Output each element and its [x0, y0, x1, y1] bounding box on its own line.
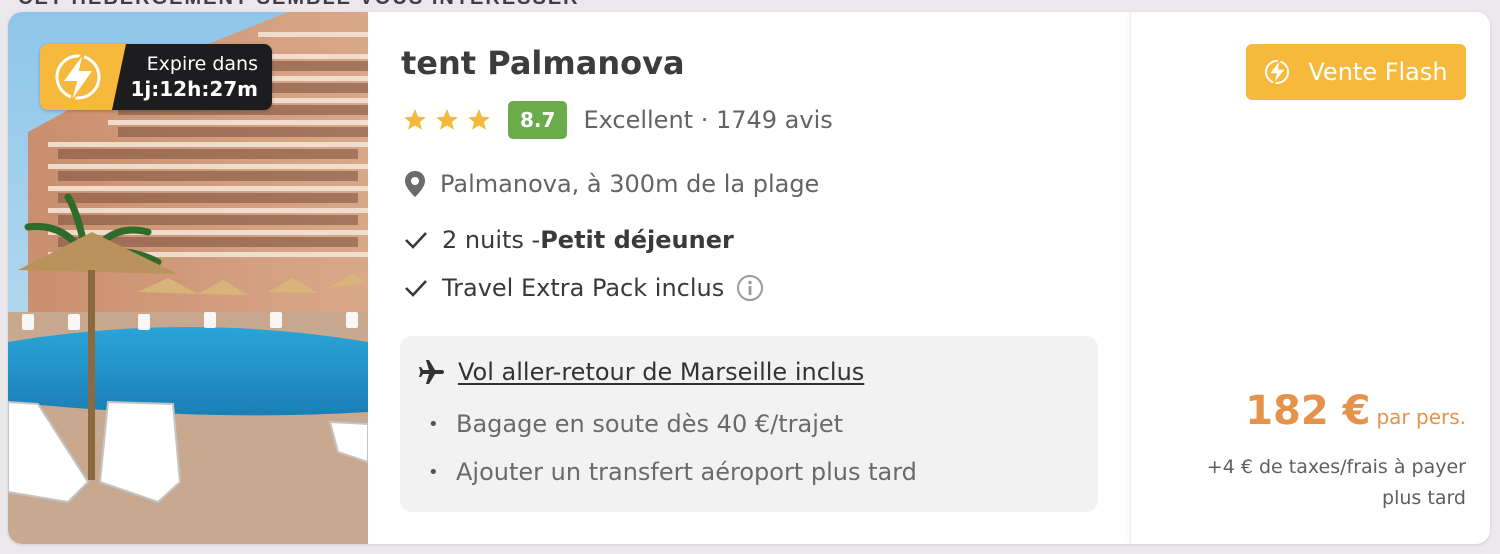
- flight-info-box: Vol aller-retour de Marseille inclus • B…: [400, 336, 1098, 512]
- price-unit: par pers.: [1376, 405, 1466, 429]
- section-heading: CET HÉBERGEMENT SEMBLE VOUS INTÉRESSER: [18, 0, 580, 10]
- timer-label: Expire dans: [146, 53, 258, 75]
- feature-nights: 2 nuits -: [442, 226, 541, 254]
- lightning-bolt-icon: [1265, 57, 1290, 86]
- star-rating: [402, 107, 492, 133]
- hotel-location: Palmanova, à 300m de la plage: [404, 170, 819, 198]
- info-icon[interactable]: [736, 274, 764, 302]
- taxes-note: +4 € de taxes/frais à payer plus tard: [1206, 456, 1466, 509]
- lightning-bolt-icon: [55, 51, 101, 105]
- feature-stay: 2 nuits - Petit déjeuner: [404, 226, 734, 254]
- price-value: 182 €: [1245, 388, 1371, 434]
- star-icon: [436, 109, 458, 130]
- flash-sale-badge: Vente Flash: [1246, 44, 1466, 100]
- flight-item: • Bagage en soute dès 40 €/trajet: [428, 410, 843, 438]
- rating-row: 8.7 Excellent · 1749 avis: [402, 100, 833, 140]
- review-summary: Excellent · 1749 avis: [583, 106, 833, 134]
- bullet-dot: •: [428, 413, 439, 435]
- feature-pack: Travel Extra Pack inclus: [404, 274, 764, 302]
- feature-board: Petit déjeuner: [540, 226, 734, 254]
- flight-link[interactable]: Vol aller-retour de Marseille inclus: [458, 358, 864, 386]
- hotel-photo[interactable]: Expire dans 1j:12h:27m: [8, 12, 368, 544]
- bullet-dot: •: [428, 461, 439, 483]
- flight-item-text: Ajouter un transfert aéroport plus tard: [456, 458, 917, 486]
- flash-sale-label: Vente Flash: [1308, 58, 1448, 86]
- airplane-icon: [419, 360, 444, 384]
- flight-item: • Ajouter un transfert aéroport plus tar…: [428, 458, 917, 486]
- hotel-offer-card[interactable]: Expire dans 1j:12h:27m tent Palmanova 8.…: [8, 12, 1490, 544]
- flight-item-text: Bagage en soute dès 40 €/trajet: [456, 410, 844, 438]
- price-column: Vente Flash 182 € par pers. +4 € de taxe…: [1130, 12, 1490, 544]
- flash-sale-timer: Expire dans 1j:12h:27m: [40, 44, 272, 110]
- timer-text: Expire dans 1j:12h:27m: [112, 44, 272, 110]
- star-icon: [468, 109, 490, 130]
- hotel-name[interactable]: tent Palmanova: [401, 44, 685, 82]
- timer-value: 1j:12h:27m: [130, 77, 258, 101]
- location-text: Palmanova, à 300m de la plage: [440, 170, 820, 198]
- page-top-strip: CET HÉBERGEMENT SEMBLE VOUS INTÉRESSER: [0, 0, 1500, 12]
- check-icon: [405, 232, 427, 249]
- map-pin-icon: [405, 171, 425, 197]
- feature-pack-text: Travel Extra Pack inclus: [442, 274, 725, 302]
- check-icon: [405, 280, 427, 297]
- flight-title-row[interactable]: Vol aller-retour de Marseille inclus: [418, 358, 864, 386]
- timer-bolt-badge: [40, 44, 126, 110]
- star-icon: [404, 109, 426, 130]
- price-row: 182 € par pers.: [1245, 388, 1466, 434]
- review-score-badge: 8.7: [508, 101, 568, 139]
